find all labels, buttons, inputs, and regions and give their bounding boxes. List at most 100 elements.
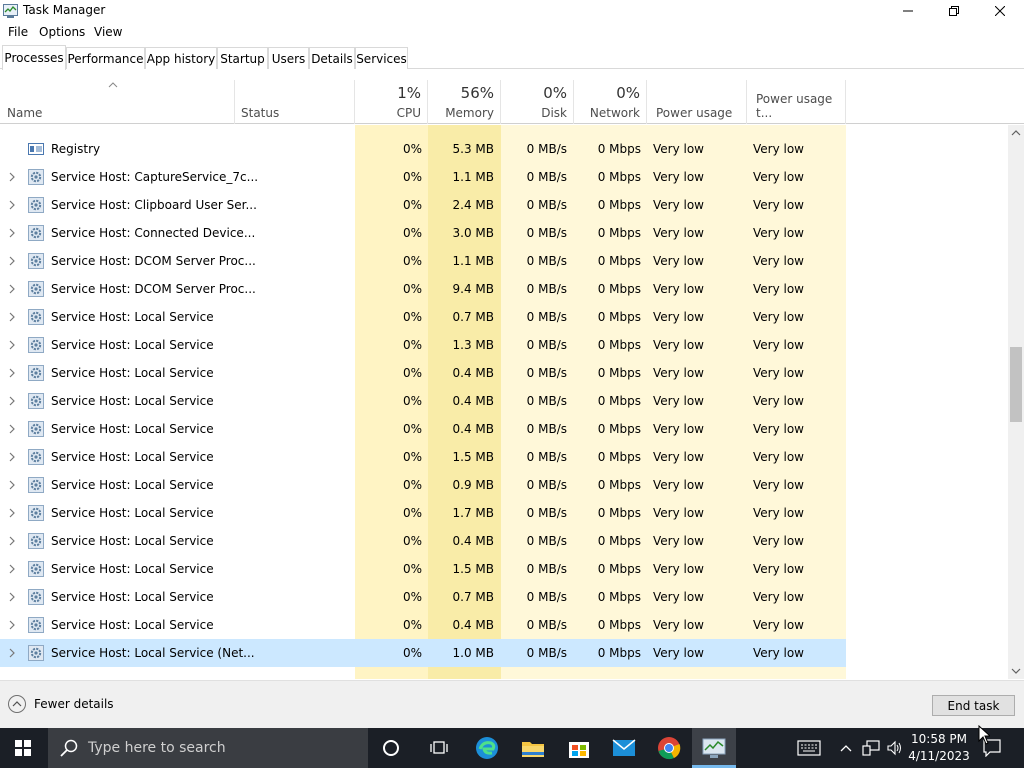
- chevron-right-icon[interactable]: [8, 536, 16, 546]
- close-button[interactable]: [977, 0, 1023, 22]
- tab-startup[interactable]: Startup: [217, 47, 268, 69]
- table-row[interactable]: Service Host: Local Service 0% 0.4 MB 0 MB/…: [0, 387, 846, 415]
- column-cpu-label: CPU: [396, 106, 421, 120]
- table-row[interactable]: Service Host: Connected Device... 0% 3.0 M…: [0, 219, 846, 247]
- tab-services[interactable]: Services: [355, 47, 408, 69]
- show-hidden-icons-button[interactable]: [836, 728, 856, 768]
- fewer-details-icon[interactable]: [8, 695, 26, 713]
- column-cpu[interactable]: 1% CPU: [355, 80, 428, 124]
- tab-users[interactable]: Users: [268, 47, 309, 69]
- table-row-partial[interactable]: [0, 667, 846, 679]
- memory-value: 0.4 MB: [452, 422, 494, 436]
- memory-value: 0.4 MB: [452, 394, 494, 408]
- table-row[interactable]: Service Host: Local Service 0% 0.7 MB 0 MB/…: [0, 583, 846, 611]
- tab-app-history[interactable]: App history: [145, 47, 217, 69]
- menu-view[interactable]: View: [94, 25, 122, 39]
- search-icon: [60, 739, 78, 757]
- disk-value: 0 MB/s: [526, 478, 567, 492]
- taskbar-search[interactable]: Type here to search: [48, 728, 368, 768]
- chevron-right-icon[interactable]: [8, 312, 16, 322]
- edge-button[interactable]: [464, 728, 510, 768]
- tab-details[interactable]: Details: [309, 47, 355, 69]
- file-explorer-button[interactable]: [510, 728, 556, 768]
- chevron-right-icon[interactable]: [8, 564, 16, 574]
- chevron-up-icon: [12, 701, 22, 707]
- table-row[interactable]: Service Host: Local Service 0% 0.4 MB 0 MB/…: [0, 611, 846, 639]
- table-row[interactable]: Service Host: Local Service 0% 0.4 MB 0 MB/…: [0, 527, 846, 555]
- network-value: 0 Mbps: [597, 394, 641, 408]
- menu-options[interactable]: Options: [39, 25, 85, 39]
- column-disk[interactable]: 0% Disk: [501, 80, 574, 124]
- table-row[interactable]: Service Host: Local Service 0% 0.4 MB 0 MB/…: [0, 415, 846, 443]
- table-row[interactable]: Service Host: Local Service 0% 0.9 MB 0 MB/…: [0, 471, 846, 499]
- chevron-right-icon[interactable]: [8, 620, 16, 630]
- table-row[interactable]: Service Host: DCOM Server Proc... 0% 9.4 M…: [0, 275, 846, 303]
- chevron-right-icon[interactable]: [8, 452, 16, 462]
- chevron-right-icon[interactable]: [8, 396, 16, 406]
- process-list: Registry 0% 5.3 MB 0 MB/s 0 Mbps Very low Very…: [0, 125, 1008, 679]
- volume-tray-button[interactable]: [883, 728, 907, 768]
- column-name[interactable]: Name: [0, 80, 235, 124]
- chevron-right-icon[interactable]: [8, 592, 16, 602]
- table-row[interactable]: Service Host: Local Service 0% 1.5 MB 0 MB/…: [0, 555, 846, 583]
- table-row[interactable]: Service Host: CaptureService_7c... 0% 1.1 …: [0, 163, 846, 191]
- power-value: Very low: [653, 254, 704, 268]
- scroll-up-icon[interactable]: [1011, 129, 1021, 137]
- table-row[interactable]: Service Host: Local Service 0% 1.3 MB 0 MB/…: [0, 331, 846, 359]
- tab-performance[interactable]: Performance: [66, 47, 145, 69]
- column-status[interactable]: Status: [235, 80, 355, 124]
- table-row[interactable]: Registry 0% 5.3 MB 0 MB/s 0 Mbps Very low Very…: [0, 135, 846, 163]
- column-network[interactable]: 0% Network: [574, 80, 647, 124]
- table-row-partial[interactable]: [0, 125, 846, 135]
- table-row[interactable]: Service Host: DCOM Server Proc... 0% 1.1 M…: [0, 247, 846, 275]
- vertical-scrollbar[interactable]: [1008, 125, 1024, 679]
- task-manager-taskbar-button[interactable]: [691, 728, 737, 768]
- memory-value: 1.5 MB: [452, 562, 494, 576]
- power-trend-value: Very low: [753, 478, 804, 492]
- start-button[interactable]: [0, 728, 46, 768]
- tab-processes[interactable]: Processes: [2, 45, 66, 70]
- mail-button[interactable]: [601, 728, 647, 768]
- task-manager-icon: [3, 4, 18, 18]
- table-row[interactable]: Service Host: Local Service (Net... 0% 1.0…: [0, 639, 846, 667]
- table-row[interactable]: Service Host: Local Service 0% 0.4 MB 0 MB/…: [0, 359, 846, 387]
- clock[interactable]: 10:58 PM 4/11/2023: [908, 731, 970, 765]
- chevron-right-icon[interactable]: [8, 424, 16, 434]
- minimize-icon: [903, 10, 913, 12]
- cortana-button[interactable]: [368, 728, 414, 768]
- scroll-down-icon[interactable]: [1011, 667, 1021, 675]
- table-row[interactable]: Service Host: Local Service 0% 1.7 MB 0 MB/…: [0, 499, 846, 527]
- column-memory[interactable]: 56% Memory: [428, 80, 501, 124]
- restore-button[interactable]: [931, 0, 977, 22]
- scrollbar-thumb[interactable]: [1010, 347, 1022, 422]
- table-row[interactable]: Service Host: Local Service 0% 0.7 MB 0 MB/…: [0, 303, 846, 331]
- chevron-right-icon[interactable]: [8, 284, 16, 294]
- chevron-right-icon[interactable]: [8, 256, 16, 266]
- task-view-button[interactable]: [416, 728, 462, 768]
- menu-file[interactable]: File: [8, 25, 28, 39]
- chevron-right-icon[interactable]: [8, 480, 16, 490]
- process-name: Service Host: Local Service: [51, 310, 214, 324]
- process-name: Service Host: Local Service: [51, 590, 214, 604]
- table-row[interactable]: Service Host: Clipboard User Ser... 0% 2.4…: [0, 191, 846, 219]
- network-value: 0 Mbps: [597, 422, 641, 436]
- minimize-button[interactable]: [885, 0, 931, 22]
- chevron-right-icon[interactable]: [8, 340, 16, 350]
- end-task-button[interactable]: End task: [932, 695, 1015, 716]
- column-power-trend[interactable]: Power usage t...: [747, 80, 846, 124]
- network-tray-button[interactable]: [858, 728, 884, 768]
- chevron-right-icon[interactable]: [8, 200, 16, 210]
- keyboard-tray-button[interactable]: [786, 728, 832, 768]
- column-power-usage[interactable]: Power usage: [647, 80, 747, 124]
- chrome-button[interactable]: [646, 728, 692, 768]
- chevron-right-icon[interactable]: [8, 648, 16, 658]
- table-row[interactable]: Service Host: Local Service 0% 1.5 MB 0 MB/…: [0, 443, 846, 471]
- chevron-right-icon[interactable]: [8, 508, 16, 518]
- fewer-details-link[interactable]: Fewer details: [34, 697, 114, 711]
- chevron-right-icon[interactable]: [8, 172, 16, 182]
- chevron-right-icon[interactable]: [8, 228, 16, 238]
- chevron-right-icon[interactable]: [8, 368, 16, 378]
- power-value: Very low: [653, 198, 704, 212]
- store-button[interactable]: [556, 728, 602, 768]
- network-value: 0 Mbps: [597, 534, 641, 548]
